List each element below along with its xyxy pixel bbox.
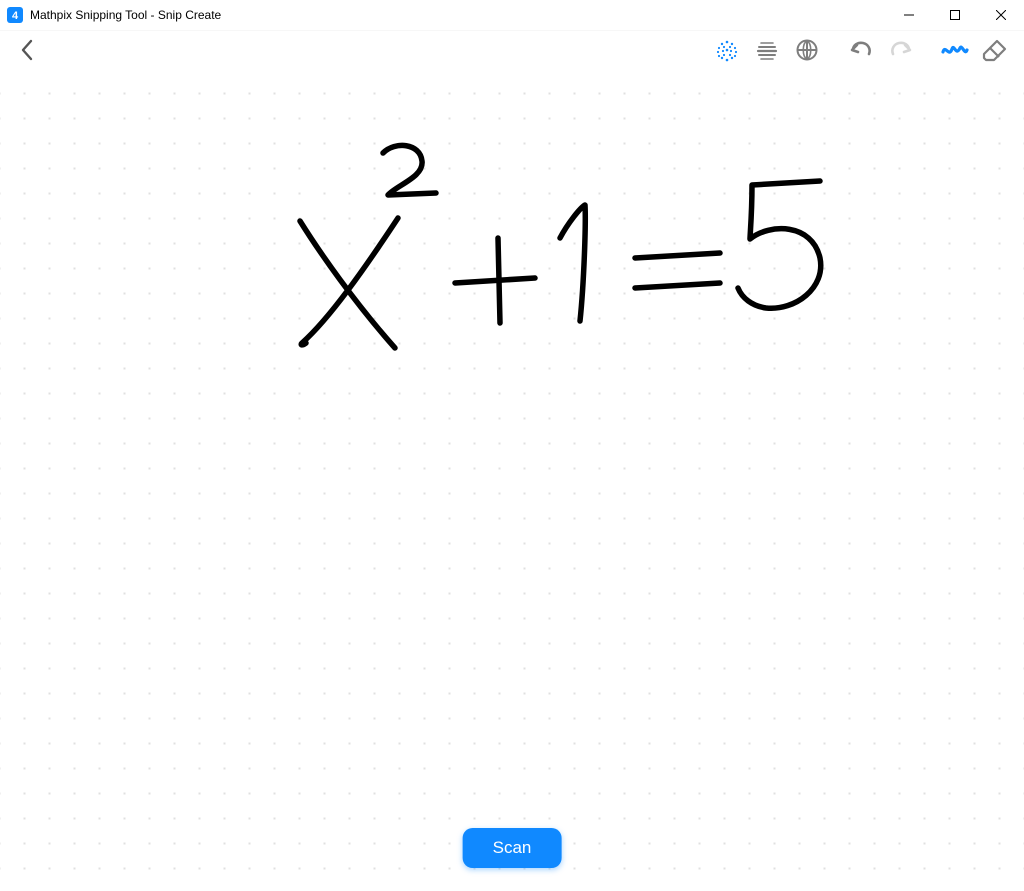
toolbar bbox=[0, 31, 1024, 73]
window-maximize-button[interactable] bbox=[932, 0, 978, 30]
back-button[interactable] bbox=[10, 34, 46, 70]
undo-button[interactable] bbox=[842, 34, 880, 70]
pen-tool-button[interactable] bbox=[936, 34, 974, 70]
tool-group bbox=[934, 34, 1014, 70]
eraser-tool-button[interactable] bbox=[976, 34, 1014, 70]
window-titlebar: 4 Mathpix Snipping Tool - Snip Create bbox=[0, 0, 1024, 31]
eraser-icon bbox=[982, 38, 1008, 67]
redo-icon bbox=[888, 38, 914, 67]
window-minimize-button[interactable] bbox=[886, 0, 932, 30]
redo-button[interactable] bbox=[882, 34, 920, 70]
grid-style-group bbox=[706, 34, 826, 70]
dot-grid-icon bbox=[715, 38, 739, 67]
drawing-canvas[interactable]: Scan bbox=[0, 73, 1024, 891]
chevron-left-icon bbox=[19, 38, 37, 67]
window-close-button[interactable] bbox=[978, 0, 1024, 30]
grid-squares-button[interactable] bbox=[788, 34, 826, 70]
app-icon-letter: 4 bbox=[12, 10, 19, 22]
app-icon: 4 bbox=[6, 6, 24, 24]
grid-lines-button[interactable] bbox=[748, 34, 786, 70]
history-group bbox=[840, 34, 920, 70]
window-title: Mathpix Snipping Tool - Snip Create bbox=[30, 8, 221, 22]
pen-icon bbox=[941, 38, 969, 67]
line-grid-icon bbox=[755, 38, 779, 67]
handwriting-strokes bbox=[0, 73, 1024, 891]
grid-dot-button[interactable] bbox=[708, 34, 746, 70]
scan-button[interactable]: Scan bbox=[463, 828, 562, 868]
square-grid-icon bbox=[795, 38, 819, 67]
undo-icon bbox=[848, 38, 874, 67]
